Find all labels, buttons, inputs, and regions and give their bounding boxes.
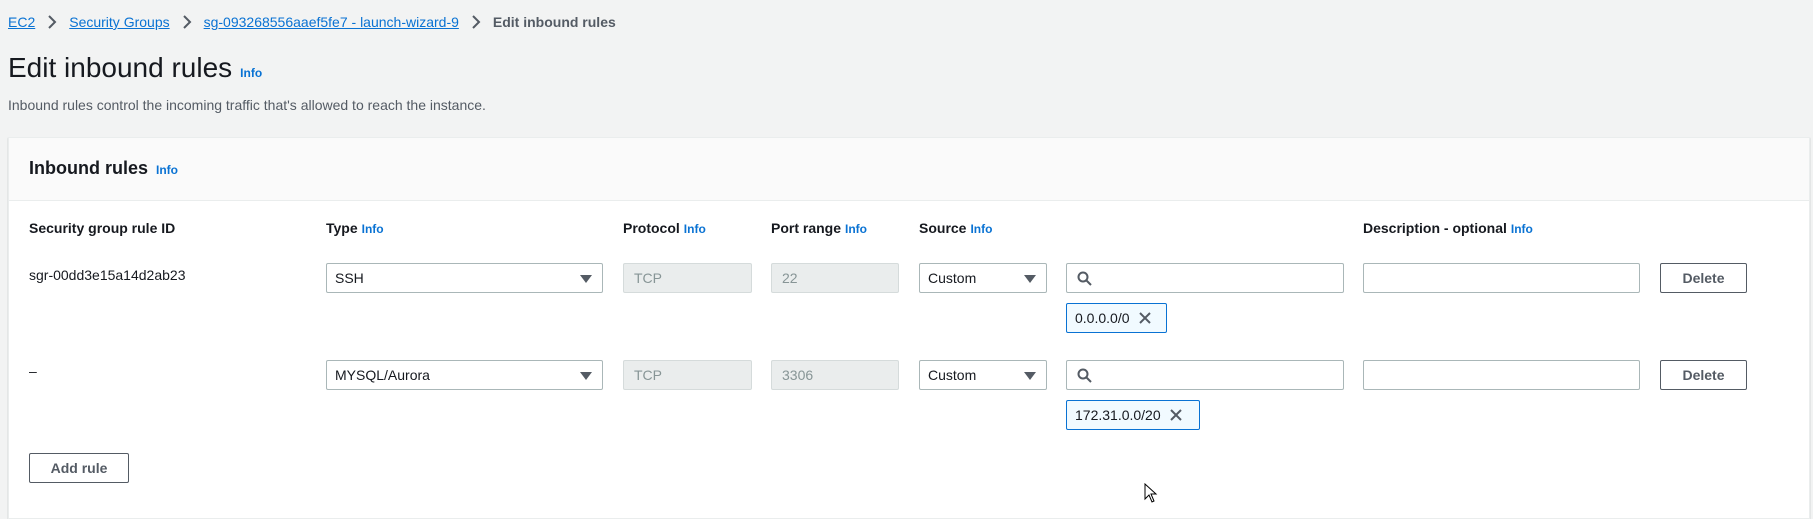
rule-id: –: [29, 363, 37, 379]
page-description: Inbound rules control the incoming traff…: [8, 97, 486, 113]
col-port-range-info[interactable]: Info: [845, 222, 867, 236]
panel-info-link[interactable]: Info: [156, 163, 178, 177]
delete-button[interactable]: Delete: [1660, 263, 1747, 293]
close-icon[interactable]: [1169, 408, 1183, 422]
mouse-cursor-icon: [1144, 482, 1158, 508]
protocol-input: TCP: [623, 360, 752, 390]
caret-down-icon: [1024, 372, 1036, 380]
col-port-range-label: Port range: [771, 220, 842, 236]
description-input[interactable]: [1363, 263, 1640, 293]
panel-title-text: Inbound rules: [29, 158, 148, 178]
col-type-info[interactable]: Info: [362, 222, 384, 236]
col-protocol-label: Protocol: [623, 220, 680, 236]
col-source-info[interactable]: Info: [970, 222, 992, 236]
inbound-rules-panel: Inbound rules Info Security group rule I…: [8, 137, 1810, 519]
page-title-text: Edit inbound rules: [8, 52, 233, 83]
port-range-input: 22: [771, 263, 899, 293]
type-select-value: SSH: [335, 270, 364, 286]
port-range-input: 3306: [771, 360, 899, 390]
search-icon: [1077, 368, 1092, 388]
caret-down-icon: [1024, 275, 1036, 283]
breadcrumb-ec2[interactable]: EC2: [8, 14, 35, 30]
caret-down-icon: [580, 275, 592, 283]
type-select-value: MYSQL/Aurora: [335, 367, 430, 383]
source-token: 0.0.0.0/0: [1066, 303, 1167, 333]
panel-title: Inbound rules Info: [29, 158, 178, 179]
chevron-right-icon: [471, 15, 481, 29]
search-icon: [1077, 271, 1092, 291]
breadcrumb-current: Edit inbound rules: [492, 14, 616, 30]
panel-header: Inbound rules Info: [9, 138, 1809, 201]
delete-button[interactable]: Delete: [1660, 360, 1747, 390]
col-type: Type Info: [326, 220, 384, 236]
col-source: Source Info: [919, 220, 992, 236]
source-select[interactable]: Custom: [919, 263, 1047, 293]
col-protocol-info[interactable]: Info: [684, 222, 706, 236]
type-select[interactable]: MYSQL/Aurora: [326, 360, 603, 390]
col-description-info[interactable]: Info: [1511, 222, 1533, 236]
breadcrumb-security-group[interactable]: sg-093268556aaef5fe7 - launch-wizard-9: [204, 14, 459, 30]
source-select-value: Custom: [928, 270, 977, 286]
col-port-range: Port range Info: [771, 220, 867, 236]
col-description-label: Description - optional: [1363, 220, 1507, 236]
page-title: Edit inbound rules Info: [8, 52, 262, 84]
add-rule-button[interactable]: Add rule: [29, 453, 129, 483]
col-type-label: Type: [326, 220, 358, 236]
close-icon[interactable]: [1138, 311, 1152, 325]
description-input[interactable]: [1363, 360, 1640, 390]
col-protocol: Protocol Info: [623, 220, 706, 236]
col-description: Description - optional Info: [1363, 220, 1533, 236]
type-select[interactable]: SSH: [326, 263, 603, 293]
page-info-link[interactable]: Info: [240, 66, 262, 80]
col-rule-id-label: Security group rule ID: [29, 220, 176, 236]
breadcrumb-security-groups[interactable]: Security Groups: [69, 14, 169, 30]
caret-down-icon: [580, 372, 592, 380]
source-select-value: Custom: [928, 367, 977, 383]
source-search-input[interactable]: [1066, 263, 1344, 293]
col-source-label: Source: [919, 220, 967, 236]
source-select[interactable]: Custom: [919, 360, 1047, 390]
col-rule-id: Security group rule ID: [29, 220, 175, 236]
chevron-right-icon: [182, 15, 192, 29]
chevron-right-icon: [47, 15, 57, 29]
source-token-label: 0.0.0.0/0: [1075, 310, 1130, 326]
source-token-label: 172.31.0.0/20: [1075, 407, 1161, 423]
source-search-input[interactable]: [1066, 360, 1344, 390]
rule-id: sgr-00dd3e15a14d2ab23: [29, 267, 186, 283]
breadcrumb: EC2 Security Groups sg-093268556aaef5fe7…: [8, 14, 616, 30]
protocol-input: TCP: [623, 263, 752, 293]
source-token: 172.31.0.0/20: [1066, 400, 1200, 430]
